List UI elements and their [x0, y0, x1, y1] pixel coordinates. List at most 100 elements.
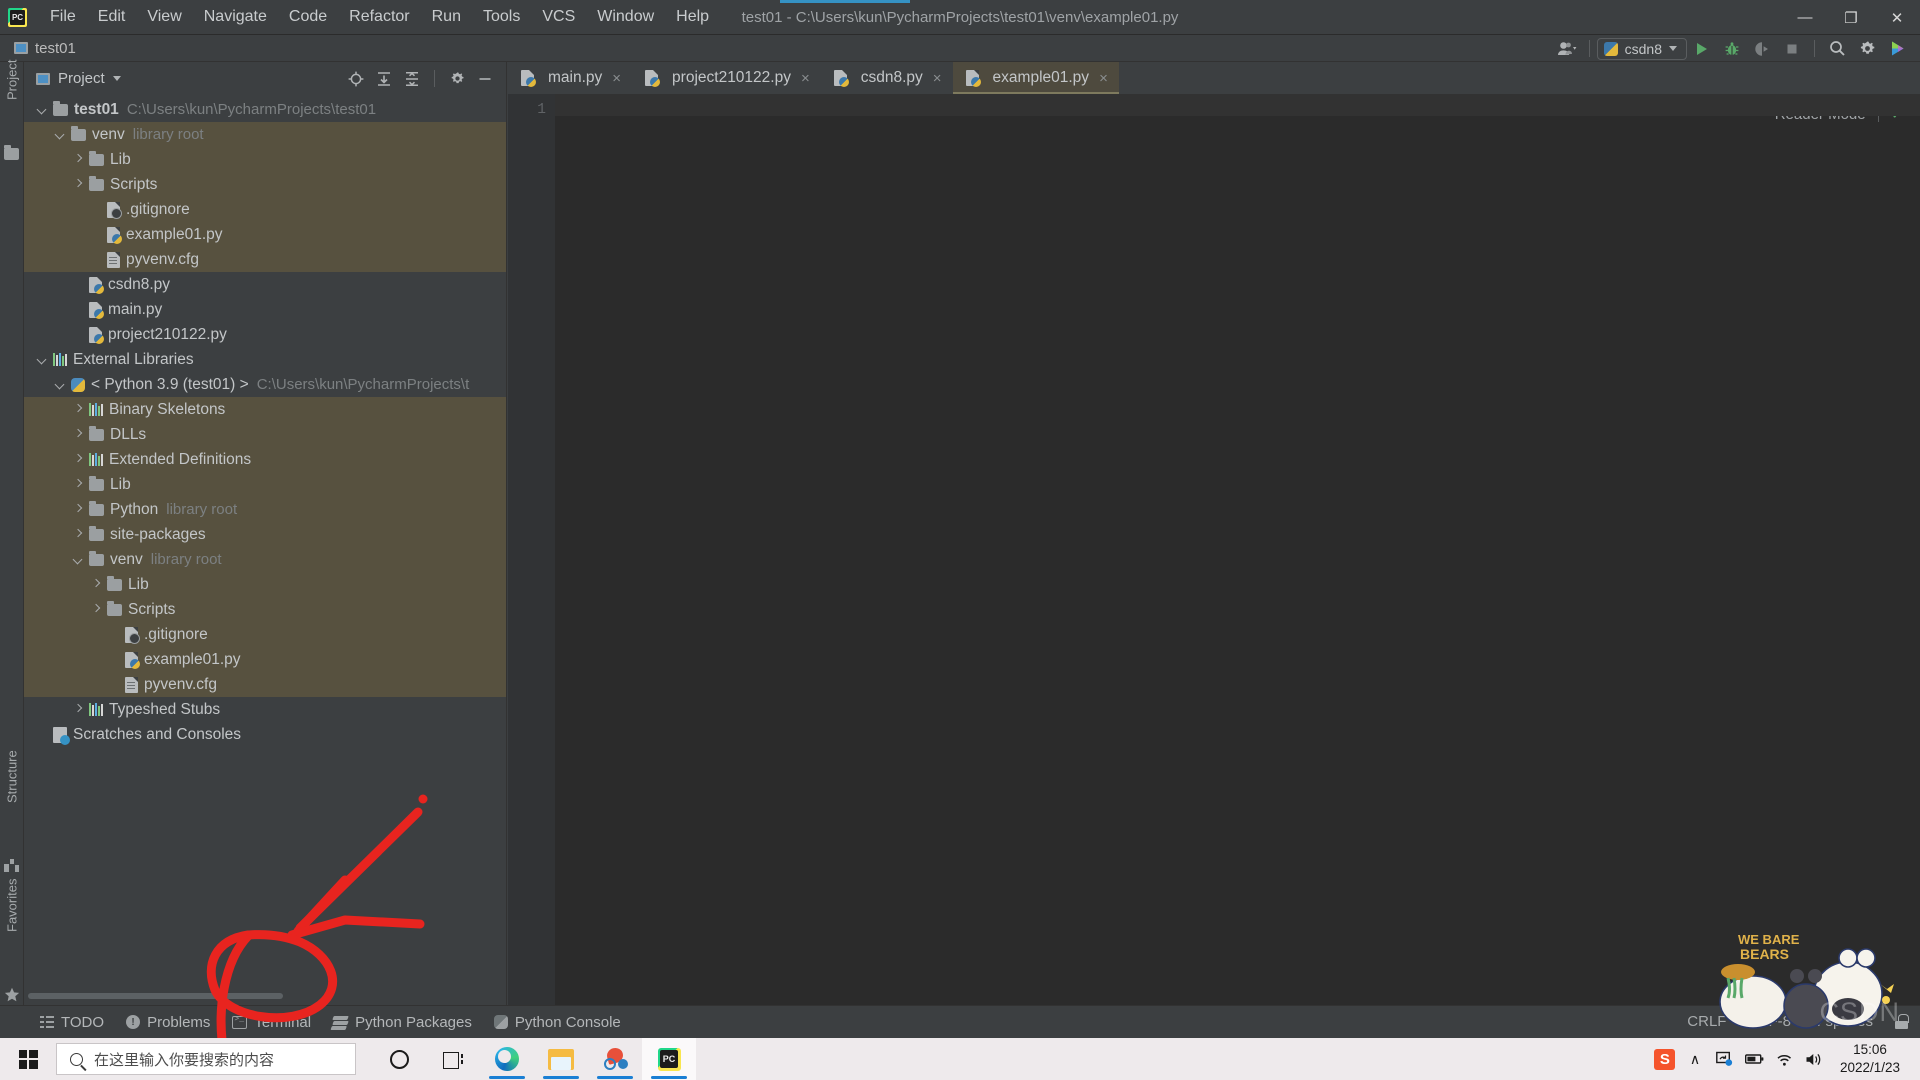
account-icon[interactable]: [1552, 37, 1582, 61]
battery-icon[interactable]: [1740, 1038, 1770, 1080]
chevron-right-icon[interactable]: [90, 578, 103, 591]
tree-node[interactable]: test01 C:\Users\kun\PycharmProjects\test0…: [24, 97, 506, 122]
menu-item-edit[interactable]: Edit: [87, 4, 137, 30]
tree-node[interactable]: External Libraries: [24, 347, 506, 372]
minimize-button[interactable]: —: [1782, 0, 1828, 35]
editor-tab[interactable]: csdn8.py ×: [821, 62, 953, 94]
menu-item-run[interactable]: Run: [421, 4, 472, 30]
stop-icon[interactable]: [1777, 37, 1807, 61]
network-share-icon[interactable]: [1710, 1038, 1740, 1080]
tree-node[interactable]: venv library root: [24, 122, 506, 147]
updates-icon[interactable]: [1882, 37, 1912, 61]
encoding-status[interactable]: UTF-8: [1748, 1013, 1791, 1030]
tree-node[interactable]: Binary Skeletons: [24, 397, 506, 422]
sogou-input-button[interactable]: [1650, 1038, 1680, 1080]
tree-node[interactable]: Lib: [24, 572, 506, 597]
sidebar-item-favorites[interactable]: Favorites: [0, 878, 24, 1002]
chevron-right-icon[interactable]: [72, 528, 85, 541]
scrollbar-thumb[interactable]: [28, 993, 283, 999]
tree-node[interactable]: .gitignore: [24, 622, 506, 647]
start-button[interactable]: [0, 1038, 56, 1080]
menu-item-window[interactable]: Window: [586, 4, 665, 30]
breadcrumb[interactable]: test01: [14, 40, 76, 57]
menu-item-view[interactable]: View: [136, 4, 192, 30]
menu-item-help[interactable]: Help: [665, 4, 720, 30]
tree-node[interactable]: Scripts: [24, 172, 506, 197]
editor-vertical-scrollbar[interactable]: [1907, 126, 1920, 1005]
chevron-down-icon[interactable]: [54, 378, 67, 391]
tree-node[interactable]: main.py: [24, 297, 506, 322]
chevron-right-icon[interactable]: [72, 453, 85, 466]
menu-item-file[interactable]: File: [39, 4, 87, 30]
editor-tab[interactable]: main.py ×: [508, 62, 632, 94]
chevron-down-icon[interactable]: [36, 103, 49, 116]
tree-node[interactable]: Scratches and Consoles: [24, 722, 506, 747]
chevron-down-icon[interactable]: [112, 76, 121, 81]
maximize-button[interactable]: ❐: [1828, 0, 1874, 35]
coverage-icon[interactable]: [1747, 37, 1777, 61]
sidebar-item-project[interactable]: Project: [0, 60, 24, 160]
tree-node[interactable]: Lib: [24, 472, 506, 497]
chevron-right-icon[interactable]: [90, 603, 103, 616]
show-hidden-icons-button[interactable]: ∧: [1680, 1038, 1710, 1080]
code-editor[interactable]: 1 Reader Mode ✓: [508, 94, 1920, 1005]
project-panel-title-group[interactable]: Project: [36, 70, 121, 87]
chevron-right-icon[interactable]: [72, 703, 85, 716]
menu-item-refactor[interactable]: Refactor: [338, 4, 420, 30]
run-configuration-selector[interactable]: csdn8: [1596, 37, 1687, 60]
expand-all-icon[interactable]: [371, 67, 397, 91]
snipaste-button[interactable]: [588, 1038, 642, 1080]
tree-node[interactable]: DLLs: [24, 422, 506, 447]
editor-tab[interactable]: project210122.py ×: [632, 62, 821, 94]
tree-node[interactable]: Lib: [24, 147, 506, 172]
tree-node[interactable]: example01.py: [24, 647, 506, 672]
settings-icon[interactable]: [1852, 37, 1882, 61]
wifi-icon[interactable]: [1770, 1038, 1800, 1080]
tool-button-todo[interactable]: TODO: [40, 1014, 104, 1031]
menu-item-vcs[interactable]: VCS: [531, 4, 586, 30]
close-tab-icon[interactable]: ×: [801, 70, 810, 87]
editor-tab[interactable]: example01.py ×: [952, 62, 1120, 94]
tree-node[interactable]: Typeshed Stubs: [24, 697, 506, 722]
debug-icon[interactable]: [1717, 37, 1747, 61]
tree-node[interactable]: Python library root: [24, 497, 506, 522]
chevron-right-icon[interactable]: [72, 478, 85, 491]
tree-node[interactable]: venv library root: [24, 547, 506, 572]
close-tab-icon[interactable]: ×: [933, 70, 942, 87]
menu-item-navigate[interactable]: Navigate: [193, 4, 278, 30]
edge-button[interactable]: [480, 1038, 534, 1080]
tool-button-problems[interactable]: Problems: [126, 1014, 210, 1031]
tree-node[interactable]: .gitignore: [24, 197, 506, 222]
chevron-right-icon[interactable]: [72, 428, 85, 441]
close-button[interactable]: ✕: [1874, 0, 1920, 35]
line-separator-status[interactable]: CRLF: [1687, 1013, 1726, 1030]
taskbar-clock[interactable]: 15:06 2022/1/23: [1830, 1041, 1910, 1077]
chevron-down-icon[interactable]: [36, 353, 49, 366]
volume-icon[interactable]: [1800, 1038, 1830, 1080]
tree-node[interactable]: Extended Definitions: [24, 447, 506, 472]
tool-button-terminal[interactable]: Terminal: [232, 1014, 311, 1031]
taskbar-search-box[interactable]: 在这里输入你要搜索的内容: [56, 1043, 356, 1075]
chevron-down-icon[interactable]: [54, 128, 67, 141]
pycharm-taskbar-button[interactable]: [642, 1038, 696, 1080]
tree-node[interactable]: project210122.py: [24, 322, 506, 347]
tree-node[interactable]: pyvenv.cfg: [24, 247, 506, 272]
cortana-button[interactable]: [372, 1038, 426, 1080]
tool-button-python-packages[interactable]: Python Packages: [333, 1014, 472, 1031]
collapse-all-icon[interactable]: [399, 67, 425, 91]
close-tab-icon[interactable]: ×: [1099, 70, 1108, 87]
tool-button-python-console[interactable]: Python Console: [493, 1014, 621, 1031]
settings-icon[interactable]: [444, 67, 470, 91]
tree-node[interactable]: site-packages: [24, 522, 506, 547]
chevron-right-icon[interactable]: [72, 503, 85, 516]
sidebar-item-structure[interactable]: Structure: [0, 751, 24, 872]
chevron-right-icon[interactable]: [72, 178, 85, 191]
tree-node[interactable]: < Python 3.9 (test01) > C:\Users\kun\Pych…: [24, 372, 506, 397]
chevron-right-icon[interactable]: [72, 153, 85, 166]
project-horizontal-scrollbar[interactable]: [24, 990, 507, 1001]
close-tab-icon[interactable]: ×: [612, 70, 621, 87]
project-tree[interactable]: test01 C:\Users\kun\PycharmProjects\test0…: [24, 95, 506, 1005]
editor-text-area[interactable]: Reader Mode ✓: [555, 94, 1920, 1005]
select-opened-file-icon[interactable]: [343, 67, 369, 91]
indent-status[interactable]: 4 spaces: [1813, 1013, 1873, 1030]
